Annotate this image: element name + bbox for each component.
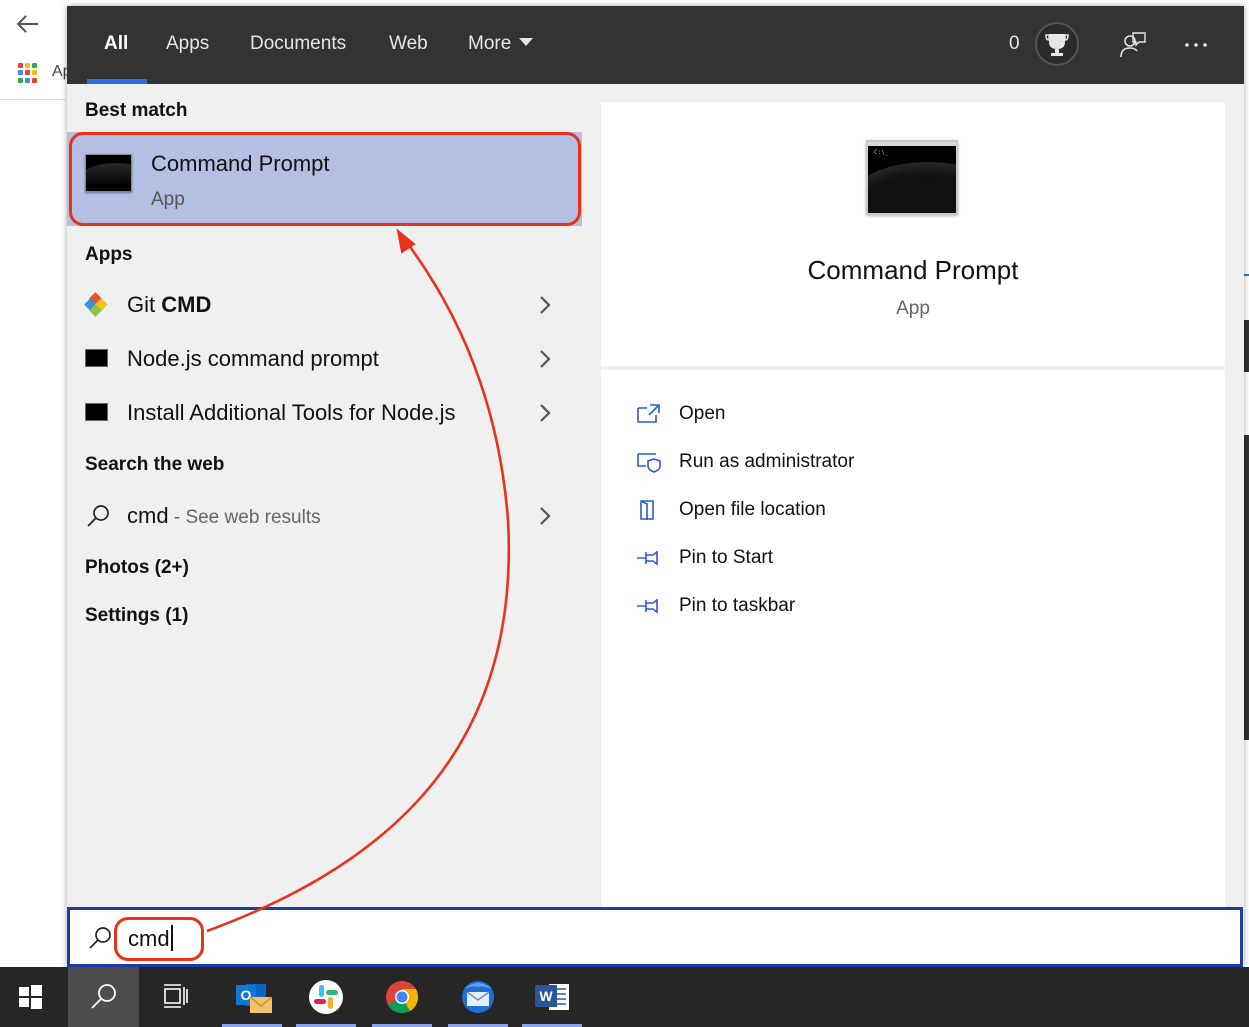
tab-more[interactable]: More xyxy=(468,33,534,55)
annotation-highlight-box xyxy=(114,917,204,961)
outlook-icon: O xyxy=(236,984,273,1013)
category-settings[interactable]: Settings (1) xyxy=(85,605,188,627)
svg-text:W: W xyxy=(539,988,553,1004)
taskbar-outlook[interactable]: O xyxy=(222,967,282,1027)
task-view-button[interactable] xyxy=(145,967,205,1027)
admin-shield-icon xyxy=(637,453,661,473)
tab-documents[interactable]: Documents xyxy=(250,33,346,55)
best-match-header: Best match xyxy=(85,100,188,121)
thunderbird-icon xyxy=(462,981,494,1013)
web-query: cmd xyxy=(127,503,169,528)
action-label: Run as administrator xyxy=(679,451,855,472)
category-photos[interactable]: Photos (2+) xyxy=(85,557,189,579)
chevron-right-icon[interactable] xyxy=(537,348,553,370)
back-arrow-icon[interactable] xyxy=(14,10,42,38)
web-suffix: - See web results xyxy=(168,507,321,528)
chevron-right-icon[interactable] xyxy=(537,402,553,424)
taskbar-slack[interactable] xyxy=(296,967,356,1027)
taskbar: O W xyxy=(0,967,1249,1027)
action-pin-to-start[interactable]: Pin to Start xyxy=(635,542,1035,576)
slack-icon xyxy=(309,980,343,1014)
trophy-icon[interactable] xyxy=(1035,22,1079,66)
chevron-right-icon[interactable] xyxy=(537,294,553,316)
divider xyxy=(601,366,1225,370)
result-git-cmd[interactable]: Git CMD xyxy=(67,278,582,332)
annotation-highlight-box xyxy=(69,132,581,226)
search-web-header: Search the web xyxy=(85,454,225,475)
rewards-count: 0 xyxy=(1009,33,1020,54)
result-label: Install Additional Tools for Node.js xyxy=(127,400,456,425)
result-label-prefix: Git xyxy=(127,292,162,317)
start-button[interactable] xyxy=(0,967,60,1027)
apps-grid-icon[interactable] xyxy=(18,63,38,83)
search-icon xyxy=(87,505,109,527)
pin-icon xyxy=(637,598,658,614)
apps-header: Apps xyxy=(85,244,133,265)
tab-more-label: More xyxy=(468,33,512,54)
search-icon xyxy=(91,984,116,1009)
result-nodejs-prompt[interactable]: Node.js command prompt xyxy=(67,332,582,386)
background-fragment xyxy=(1244,274,1249,276)
background-fragment xyxy=(1244,435,1249,740)
divider xyxy=(0,99,66,100)
action-label: Open xyxy=(679,403,726,424)
open-icon xyxy=(637,404,660,423)
result-install-nodejs-tools[interactable]: Install Additional Tools for Node.js xyxy=(67,386,582,440)
result-label-match: CMD xyxy=(161,292,212,317)
taskbar-chrome[interactable] xyxy=(372,967,432,1027)
word-icon: W xyxy=(535,984,569,1010)
action-label: Pin to taskbar xyxy=(679,595,796,616)
preview-subtitle: App xyxy=(896,298,930,319)
svg-text:O: O xyxy=(241,987,252,1003)
console-icon xyxy=(85,403,108,421)
taskbar-thunderbird[interactable] xyxy=(448,967,508,1027)
tab-web[interactable]: Web xyxy=(389,33,428,55)
tab-all[interactable]: All xyxy=(104,33,128,55)
action-run-as-admin[interactable]: Run as administrator xyxy=(635,446,1035,480)
taskbar-search-button[interactable] xyxy=(68,967,139,1027)
action-open-file-location[interactable]: Open file location xyxy=(635,494,1035,528)
result-label: Git CMD xyxy=(127,292,211,318)
search-icon xyxy=(89,927,111,949)
chevron-right-icon[interactable] xyxy=(537,505,553,527)
chrome-icon xyxy=(386,981,419,1014)
action-label: Open file location xyxy=(679,499,826,520)
console-icon xyxy=(85,349,108,367)
result-web-search[interactable]: cmd - See web results xyxy=(67,489,582,543)
git-icon xyxy=(84,292,108,317)
action-label: Pin to Start xyxy=(679,547,773,568)
search-input[interactable]: cmd xyxy=(67,907,1243,967)
more-options-icon[interactable] xyxy=(1181,30,1211,60)
tab-apps[interactable]: Apps xyxy=(166,33,209,55)
background-fragment xyxy=(1244,320,1249,372)
web-result-label: cmd - See web results xyxy=(127,503,321,529)
file-location-icon xyxy=(640,500,654,520)
task-view-icon xyxy=(164,984,188,1008)
search-header-bar: All Apps Documents Web More 0 xyxy=(67,6,1244,84)
feedback-icon[interactable] xyxy=(1117,30,1147,60)
command-prompt-large-icon: C:\_ xyxy=(866,140,958,215)
action-open[interactable]: Open xyxy=(635,398,1035,432)
chevron-down-icon xyxy=(519,38,534,47)
preview-pane: C:\_ Command Prompt App Open Run as admi… xyxy=(601,102,1225,908)
preview-title: Command Prompt xyxy=(807,255,1019,285)
taskbar-word[interactable]: W xyxy=(522,967,582,1027)
result-label: Node.js command prompt xyxy=(127,346,379,371)
windows-search-panel: All Apps Documents Web More 0 Best match xyxy=(67,6,1244,968)
action-pin-to-taskbar[interactable]: Pin to taskbar xyxy=(635,590,1035,624)
icon-prompt-text: C:\_ xyxy=(874,149,889,156)
pin-icon xyxy=(637,550,658,566)
windows-start-icon xyxy=(19,985,42,1009)
trophy-glyph xyxy=(1045,34,1069,56)
results-pane: Best match Command Prompt App Apps Git C… xyxy=(67,84,582,908)
